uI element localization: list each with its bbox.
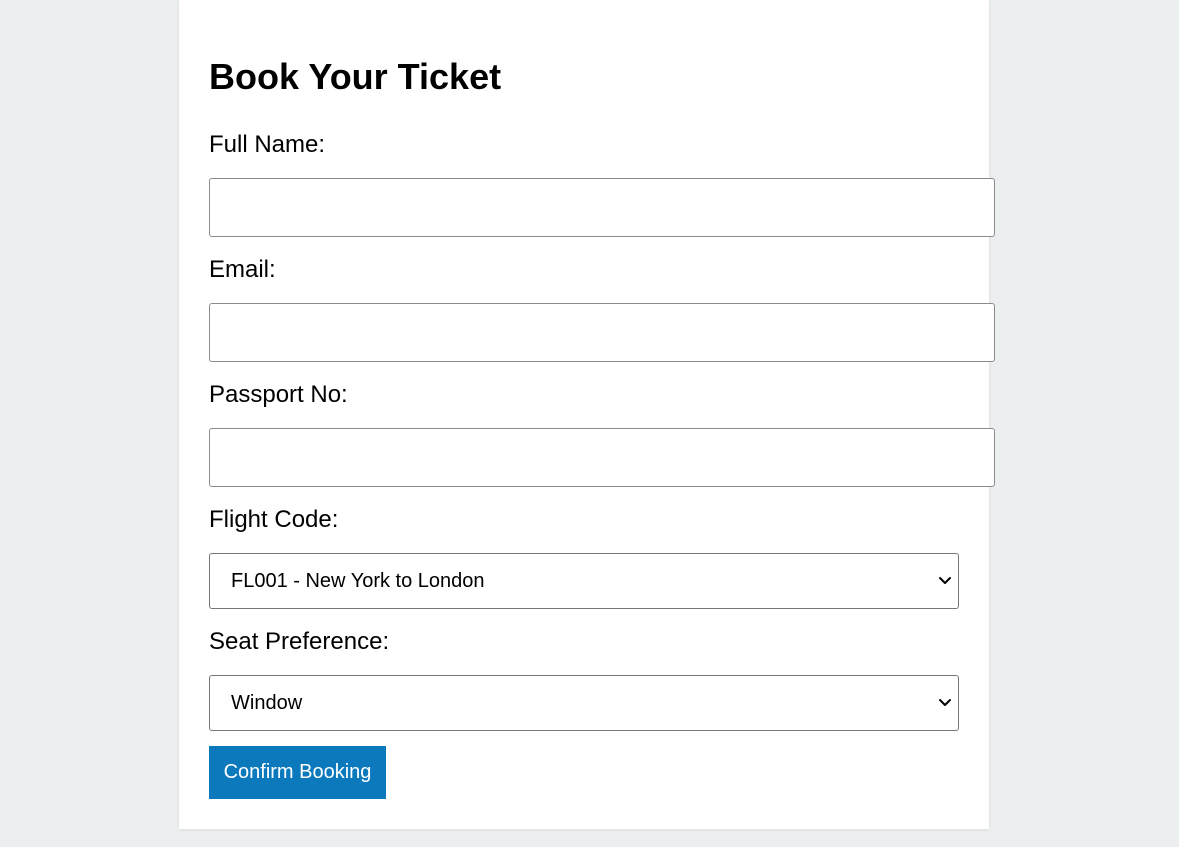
confirm-booking-button[interactable]: Confirm Booking <box>209 746 386 799</box>
booking-card: Book Your Ticket Full Name: Email: Passp… <box>179 0 995 829</box>
flight-code-selected-value: FL001 - New York to London <box>231 570 485 592</box>
flight-code-label: Flight Code: <box>209 506 339 533</box>
seat-preference-select[interactable]: Window <box>209 675 959 731</box>
flight-code-select[interactable]: FL001 - New York to London <box>209 553 959 609</box>
passport-label: Passport No: <box>209 381 348 408</box>
page-title: Book Your Ticket <box>209 56 502 97</box>
email-label: Email: <box>209 256 276 283</box>
passport-input[interactable] <box>209 428 995 487</box>
chevron-down-icon <box>939 577 951 584</box>
full-name-input[interactable] <box>209 178 995 237</box>
email-input[interactable] <box>209 303 995 362</box>
seat-preference-selected-value: Window <box>231 692 303 714</box>
chevron-down-icon <box>939 699 951 706</box>
full-name-label: Full Name: <box>209 131 326 158</box>
seat-preference-label: Seat Preference: <box>209 628 390 655</box>
